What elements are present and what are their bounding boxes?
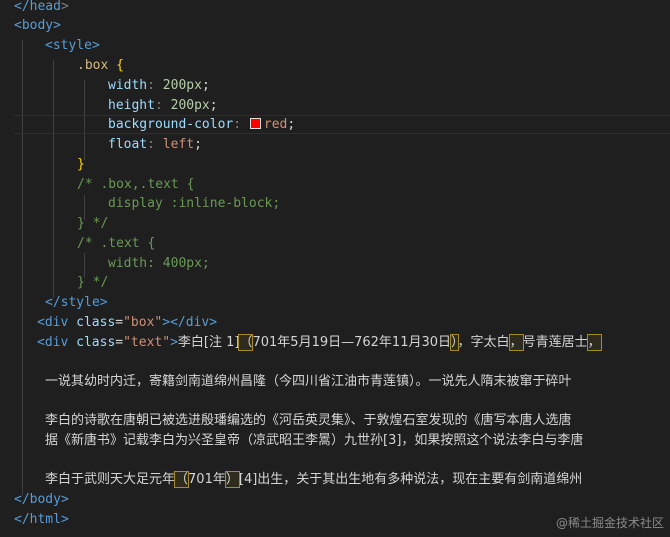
code-comment: /* .box,.text { <box>77 177 195 192</box>
code-line[interactable]: float: left; <box>108 135 670 155</box>
code-line[interactable]: /* .text { <box>77 234 670 254</box>
bracket-highlight: ， <box>586 334 602 351</box>
text-content: [4]出生，关于其出生地有多种说法，现在主要有剑南道绵州 <box>238 472 583 487</box>
code-line[interactable]: background-color: red; <box>108 115 670 135</box>
code-token: </style> <box>45 295 108 310</box>
css-value: red <box>263 117 288 132</box>
code-line[interactable]: </body> <box>14 490 670 510</box>
code-editor[interactable]: </head> <body> <style> .box { width: 200… <box>0 0 670 537</box>
code-comment: display :inline-block; <box>108 196 281 211</box>
code-line[interactable]: /* .box,.text { <box>77 175 670 195</box>
css-property: height <box>108 98 155 113</box>
code-line[interactable]: <div class="box"></div> <box>37 313 670 333</box>
code-line[interactable]: display :inline-block; <box>108 194 670 214</box>
bracket-highlight: （ <box>238 334 254 351</box>
code-line[interactable]: } */ <box>77 273 670 293</box>
code-line[interactable]: } */ <box>77 214 670 234</box>
text-content: 李白[注 1] <box>177 335 240 350</box>
code-line[interactable]: } <box>77 155 670 175</box>
indent-guide <box>53 60 54 298</box>
code-line[interactable]: .box { <box>77 56 670 76</box>
bracket-highlight: ） <box>224 471 240 488</box>
text-content: 号青莲居士 <box>522 335 588 350</box>
code-line[interactable]: 一说其幼时内迁，寄籍剑南道绵州昌隆（今四川省江油市青莲镇）。一说先人隋末被窜于碎… <box>45 372 670 392</box>
code-line[interactable]: width: 400px; <box>108 254 670 274</box>
code-line[interactable]: 据《新唐书》记载李白为兴圣皇帝（凉武昭王李暠）九世孙[3]，如果按照这个说法李白… <box>45 431 670 451</box>
code-comment: } */ <box>77 216 109 231</box>
code-line[interactable]: <body> <box>14 16 670 36</box>
text-content: 李白于武则天大足元年 <box>45 472 176 487</box>
code-token: </body> <box>14 492 69 507</box>
code-token: } <box>77 157 85 172</box>
css-selector: .box <box>77 58 109 73</box>
indent-guide <box>22 40 23 495</box>
code-token: <div <box>37 315 69 330</box>
code-line[interactable]: <style> <box>45 36 670 56</box>
code-line[interactable]: 李白于武则天大足元年（701年）[4]出生，关于其出生地有多种说法，现在主要有剑… <box>45 470 670 490</box>
text-content: 701年5月19日—762年11月30日 <box>252 335 452 350</box>
css-value: 200px <box>162 78 202 93</box>
code-line[interactable]: height: 200px; <box>108 96 670 116</box>
css-value: left <box>162 137 195 152</box>
bracket-highlight: ， <box>508 334 524 351</box>
css-property: width <box>108 78 148 93</box>
text-content: 据《新唐书》记载李白为兴圣皇帝（凉武昭王李暠）九世孙[3]，如果按照这个说法李白… <box>45 433 584 448</box>
code-line[interactable]: 李白的诗歌在唐朝已被选进殷璠编选的《河岳英灵集》、于敦煌石室发现的《唐写本唐人选… <box>45 411 670 431</box>
code-token: <div <box>37 335 69 350</box>
css-property: background-color <box>108 117 234 132</box>
html-attribute: class <box>76 335 116 350</box>
code-token: <style> <box>45 38 100 53</box>
text-content: 李白的诗歌在唐朝已被选进殷璠编选的《河岳英灵集》、于敦煌石室发现的《唐写本唐人选… <box>45 413 572 428</box>
code-comment: width: 400px; <box>108 256 210 271</box>
code-token: </head <box>14 0 61 14</box>
css-value: 200px <box>170 98 210 113</box>
code-line[interactable]: </style> <box>45 293 670 313</box>
html-attribute: class <box>76 315 116 330</box>
css-property: float <box>108 137 148 152</box>
text-content: ，字太白 <box>457 335 510 350</box>
code-token: > <box>170 335 178 350</box>
code-token: ></div> <box>162 315 218 330</box>
code-comment: } */ <box>77 275 109 290</box>
html-attribute-value: "text" <box>123 335 171 350</box>
color-swatch-icon[interactable] <box>249 118 261 129</box>
watermark: @稀土掘金技术社区 <box>555 516 664 530</box>
code-token: </html> <box>14 512 69 527</box>
code-line[interactable]: </head> <box>14 0 670 17</box>
code-token: <body> <box>14 18 61 33</box>
bracket-highlight: （ <box>174 471 190 488</box>
code-line[interactable]: width: 200px; <box>108 76 670 96</box>
text-content: 一说其幼时内迁，寄籍剑南道绵州昌隆（今四川省江油市青莲镇）。一说先人隋末被窜于碎… <box>45 374 572 389</box>
code-comment: /* .text { <box>77 236 156 251</box>
html-attribute-value: "box" <box>123 315 163 330</box>
text-content: 701年 <box>188 472 226 487</box>
code-token: { <box>116 58 124 73</box>
code-line[interactable]: <div class="text">李白[注 1]（701年5月19日—762年… <box>37 333 670 353</box>
